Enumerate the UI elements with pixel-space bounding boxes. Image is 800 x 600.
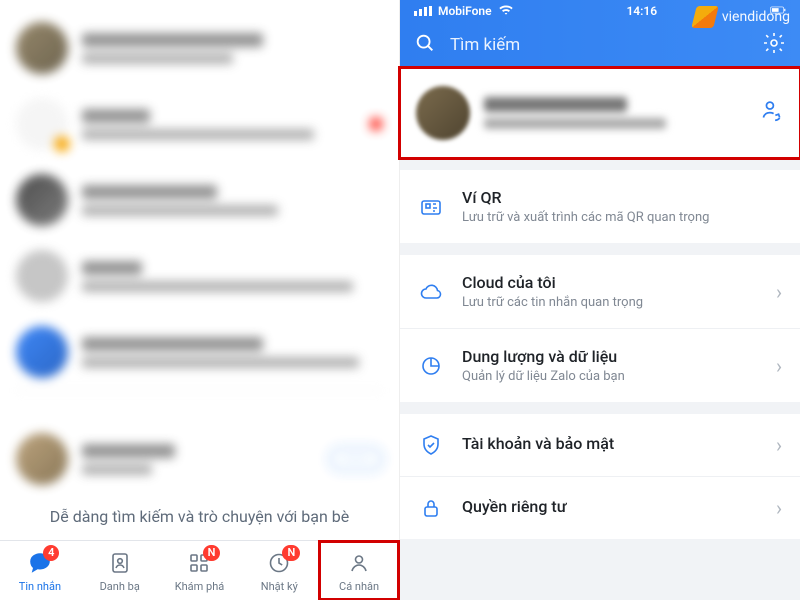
- menu-my-cloud[interactable]: Cloud của tôi Lưu trữ các tin nhắn quan …: [400, 255, 800, 329]
- avatar: [416, 86, 470, 140]
- menu-title: Cloud của tôi: [462, 273, 758, 292]
- profile-name: [484, 97, 627, 112]
- menu-title: Tài khoản và bảo mật: [462, 434, 758, 453]
- nav-label: Danh bạ: [100, 580, 140, 593]
- badge-new: N: [203, 545, 221, 561]
- action-pill[interactable]: ———: [329, 447, 383, 471]
- lock-icon: [418, 495, 444, 521]
- person-icon: [345, 549, 373, 577]
- watermark: viendidong: [694, 6, 790, 28]
- carrier-label: MobiFone: [438, 4, 492, 18]
- menu-storage[interactable]: Dung lượng và dữ liệu Quản lý dữ liệu Za…: [400, 329, 800, 402]
- avatar: [16, 326, 68, 378]
- profile-subtitle: [484, 118, 666, 129]
- chat-item[interactable]: [0, 314, 399, 390]
- menu-subtitle: Quản lý dữ liệu Zalo của bạn: [462, 369, 758, 384]
- watermark-text: viendidong: [722, 9, 790, 25]
- nav-label: Nhật ký: [261, 580, 298, 593]
- avatar: [16, 22, 68, 74]
- hint-text: Dễ dàng tìm kiếm và trò chuyện với bạn b…: [0, 497, 399, 540]
- avatar: [16, 98, 68, 150]
- gear-icon[interactable]: [762, 31, 786, 59]
- nav-discover[interactable]: Khám phá N: [160, 541, 240, 600]
- chat-list[interactable]: ———: [0, 0, 399, 497]
- chevron-right-icon: ›: [776, 433, 782, 457]
- messages-screen: ——— Dễ dàng tìm kiếm và trò chuyện với b…: [0, 0, 400, 600]
- menu-security[interactable]: Tài khoản và bảo mật ›: [400, 414, 800, 477]
- menu-subtitle: Lưu trữ và xuất trình các mã QR quan trọ…: [462, 210, 782, 225]
- contacts-icon: [106, 549, 134, 577]
- switch-account-icon[interactable]: [758, 98, 784, 128]
- cloud-icon: [418, 279, 444, 305]
- bottom-nav: Tin nhắn 4 Danh bạ Khám phá N Nhật ký N: [0, 540, 399, 600]
- qr-icon: [418, 194, 444, 220]
- badge-count: 4: [43, 545, 59, 561]
- nav-messages[interactable]: Tin nhắn 4: [0, 541, 80, 600]
- chevron-right-icon: ›: [776, 280, 782, 304]
- wifi-icon: [498, 4, 514, 19]
- menu-privacy[interactable]: Quyền riêng tư ›: [400, 477, 800, 539]
- search-bar[interactable]: Tìm kiếm: [400, 22, 800, 68]
- chat-item[interactable]: [0, 10, 399, 86]
- avatar: [16, 433, 68, 485]
- personal-screen: viendidong MobiFone 14:16 Tìm kiếm: [400, 0, 800, 600]
- menu-qr-wallet[interactable]: Ví QR Lưu trữ và xuất trình các mã QR qu…: [400, 170, 800, 243]
- search-icon: [414, 32, 436, 58]
- chat-item[interactable]: [0, 86, 399, 162]
- chat-item[interactable]: ———: [0, 421, 399, 497]
- avatar: [16, 250, 68, 302]
- shield-icon: [418, 432, 444, 458]
- badge-new: N: [282, 545, 300, 561]
- pie-chart-icon: [418, 353, 444, 379]
- nav-label: Tin nhắn: [19, 580, 61, 593]
- chat-item[interactable]: [0, 238, 399, 314]
- clock: 14:16: [626, 4, 657, 18]
- menu-subtitle: Lưu trữ các tin nhắn quan trọng: [462, 295, 758, 310]
- profile-row[interactable]: [400, 68, 800, 158]
- chevron-right-icon: ›: [776, 496, 782, 520]
- chat-item[interactable]: [0, 162, 399, 238]
- menu-title: Ví QR: [462, 188, 782, 207]
- chevron-right-icon: ›: [776, 354, 782, 378]
- search-input[interactable]: Tìm kiếm: [450, 35, 748, 55]
- nav-personal[interactable]: Cá nhân: [319, 541, 399, 600]
- avatar: [16, 174, 68, 226]
- nav-diary[interactable]: Nhật ký N: [239, 541, 319, 600]
- nav-contacts[interactable]: Danh bạ: [80, 541, 160, 600]
- nav-label: Khám phá: [175, 580, 225, 593]
- menu-title: Quyền riêng tư: [462, 497, 758, 516]
- menu-title: Dung lượng và dữ liệu: [462, 347, 758, 366]
- nav-label: Cá nhân: [339, 580, 379, 593]
- watermark-logo-icon: [691, 6, 718, 28]
- signal-icon: [414, 6, 432, 16]
